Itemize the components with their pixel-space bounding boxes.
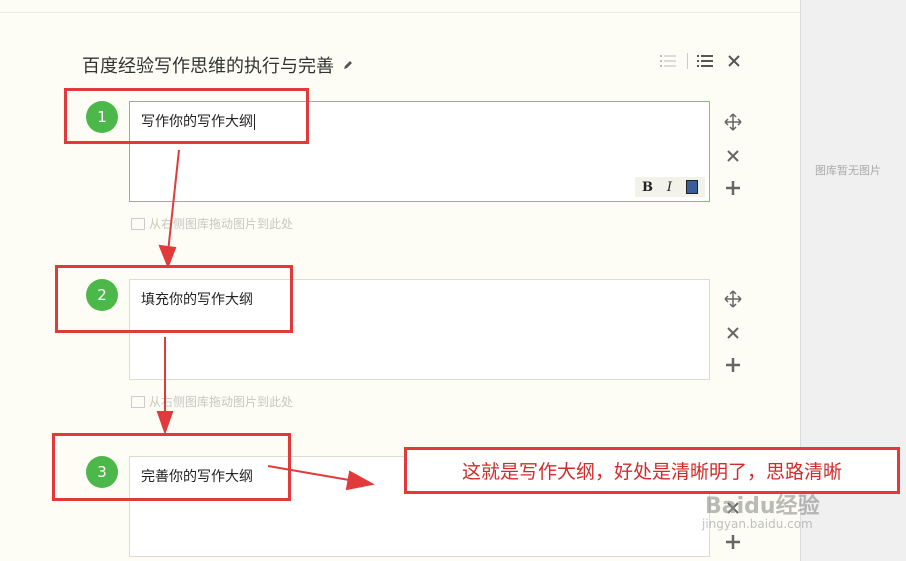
arrowhead-callout (345, 470, 375, 491)
arrowhead-step2 (158, 244, 177, 269)
arrowhead-step3 (156, 411, 174, 436)
annotation-callout: 这就是写作大纲，好处是清晰明了，思路清晰 (404, 447, 900, 494)
baidu-watermark-url: jingyan.baidu.com (702, 517, 813, 531)
arrow-step3-to-callout (267, 465, 356, 482)
arrow-step1-to-step2 (167, 149, 180, 253)
baidu-watermark: Baidu经验 (705, 494, 820, 519)
